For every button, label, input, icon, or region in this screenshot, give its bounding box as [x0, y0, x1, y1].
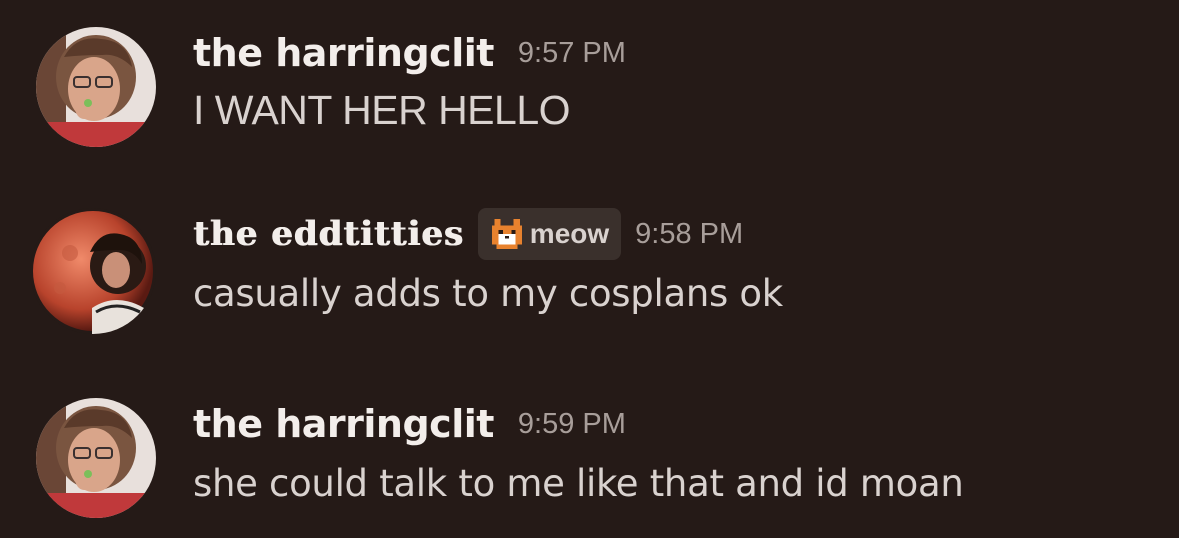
- message-item: the eddtitties meow 9:58 PM casually add…: [0, 208, 1179, 348]
- avatar-photo-curly-hair-glasses-icon: [36, 27, 156, 147]
- timestamp[interactable]: 9:59 PM: [518, 408, 626, 441]
- username[interactable]: the eddtitties: [193, 214, 464, 254]
- message-item: the harringclit 9:57 PM I WANT HER HELLO: [0, 27, 1179, 167]
- avatar[interactable]: [30, 208, 156, 334]
- user-tag-label: meow: [529, 218, 610, 249]
- avatar[interactable]: [36, 398, 156, 518]
- message-list: the harringclit 9:57 PM I WANT HER HELLO: [0, 0, 1179, 537]
- avatar-photo-red-moon-curly-hair-icon: [30, 208, 156, 334]
- message-item: the harringclit 9:59 PM she could talk t…: [0, 398, 1179, 538]
- message-header: the harringclit 9:57 PM: [193, 27, 1159, 79]
- avatar-photo-curly-hair-glasses-icon: [36, 398, 156, 518]
- message-text: I WANT HER HELLO: [193, 87, 571, 133]
- message-text: casually adds to my cosplans ok: [193, 272, 783, 315]
- timestamp[interactable]: 9:58 PM: [635, 218, 743, 251]
- timestamp[interactable]: 9:57 PM: [518, 37, 626, 70]
- user-tag-badge[interactable]: meow: [477, 208, 622, 260]
- avatar[interactable]: [36, 27, 156, 147]
- username[interactable]: the harringclit: [193, 402, 494, 446]
- message-header: the harringclit 9:59 PM: [193, 398, 1159, 450]
- message-header: the eddtitties meow 9:58 PM: [193, 208, 1159, 260]
- message-text: she could talk to me like that and id mo…: [193, 462, 964, 505]
- username[interactable]: the harringclit: [193, 31, 494, 75]
- pixel-cat-icon: [491, 219, 522, 249]
